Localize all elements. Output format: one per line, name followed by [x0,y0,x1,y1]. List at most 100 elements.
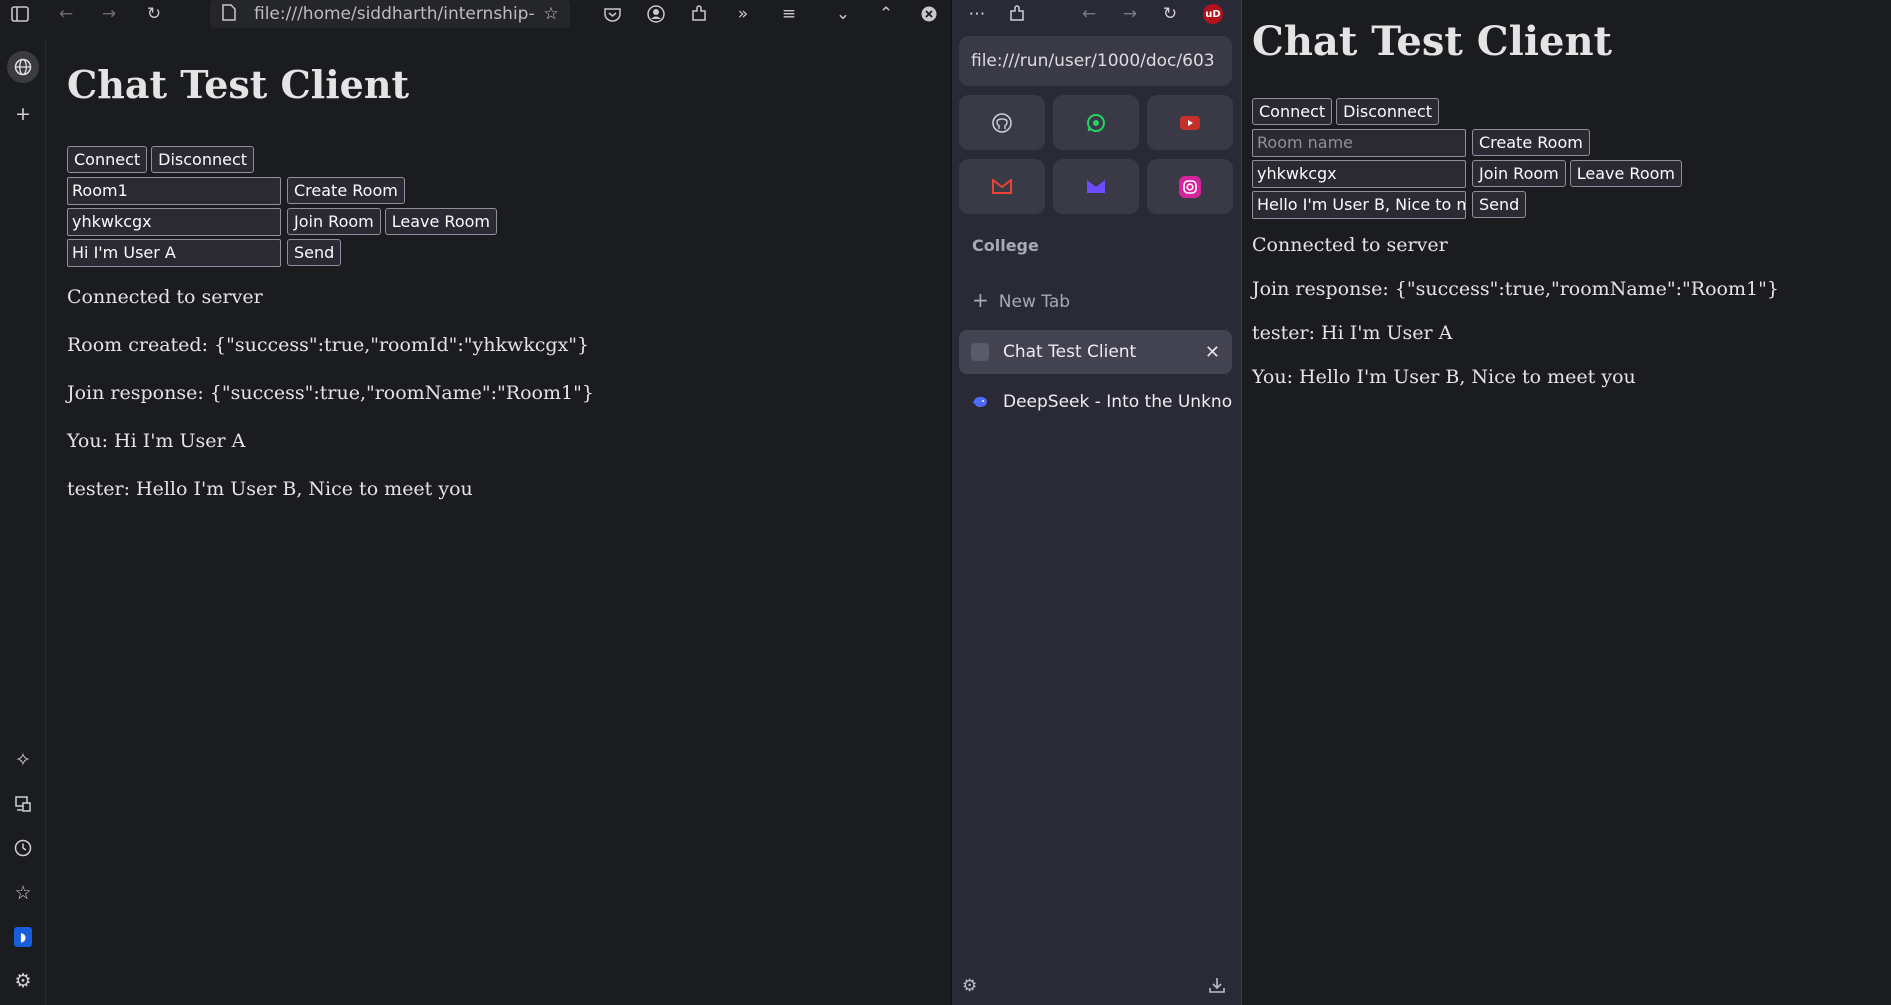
deepseek-whale-icon [971,393,989,411]
disconnect-button[interactable]: Disconnect [151,146,255,173]
message-row: Hi I'm User A Send [67,239,947,270]
send-button[interactable]: Send [287,239,342,266]
connect-button[interactable]: Connect [67,146,148,173]
create-room-row: Room name Create Room [1252,129,1882,160]
join-room-button[interactable]: Join Room [1472,160,1566,187]
new-tab-button[interactable]: + New Tab [972,288,1070,312]
menu-icon[interactable]: ≡ [775,0,803,28]
room-name-input[interactable]: Room name [1252,129,1466,157]
add-panel-icon[interactable]: + [7,98,39,130]
close-find-icon[interactable] [915,0,943,28]
find-up-icon[interactable]: ⌃ [872,0,900,28]
log-message: Connected to server [67,286,263,308]
back-icon[interactable]: ← [52,0,80,28]
bitwarden-icon[interactable]: ◗ [7,921,39,953]
instagram-icon [1179,175,1201,198]
history-clock-icon[interactable] [7,832,39,864]
more-options-icon[interactable]: ⋯ [963,0,991,28]
join-room-row: yhkwkcgx Join Room Leave Room [1252,160,1882,191]
address-url: file:///home/siddharth/internship- [254,4,535,24]
log-message: tester: Hi I'm User A [1252,322,1453,344]
find-down-icon[interactable]: ⌄ [829,0,857,28]
back-icon[interactable]: ← [1075,0,1103,28]
page-icon [222,3,240,25]
account-icon[interactable] [642,0,670,28]
message-input[interactable]: Hi I'm User A [67,239,281,267]
left-toolbar: ← → ↻ file:///home/siddharth/internship-… [0,0,951,38]
vertical-sidebar: + ✧ ☆ ◗ ⚙ [0,38,46,1005]
room-id-input[interactable]: yhkwkcgx [1252,160,1466,188]
ublock-origin-icon[interactable]: uD [1203,4,1223,24]
join-room-button[interactable]: Join Room [287,208,381,235]
log-message: Join response: {"success":true,"roomName… [67,382,594,404]
close-tab-icon[interactable]: ✕ [1205,342,1220,363]
message-log: Connected to server Join response: {"suc… [1252,234,1882,410]
tab-label: DeepSeek - Into the Unknown [1003,392,1232,412]
extensions-icon[interactable] [1003,0,1031,28]
page-title: Chat Test Client [67,62,410,107]
proton-mail-icon [1085,176,1107,198]
log-message: Join response: {"success":true,"roomName… [1252,278,1779,300]
address-bar[interactable]: file:///run/user/1000/doc/603 [959,36,1232,86]
connect-button[interactable]: Connect [1252,98,1333,125]
message-input[interactable]: Hello I'm User B, Nice to m [1252,191,1466,219]
tab-chat-test-client[interactable]: Chat Test Client ✕ [959,330,1232,374]
disconnect-button[interactable]: Disconnect [1336,98,1440,125]
downloads-icon[interactable] [1208,976,1226,999]
settings-gear-icon[interactable]: ⚙ [7,965,39,997]
log-message: Room created: {"success":true,"roomId":"… [67,334,590,356]
shortcut-tile-github[interactable] [959,95,1045,150]
github-icon [991,112,1013,134]
sidebar-settings-icon[interactable]: ⚙ [962,976,977,996]
overflow-chevrons-icon[interactable]: » [729,0,757,28]
create-room-button[interactable]: Create Room [287,177,405,204]
youtube-icon [1179,112,1201,134]
new-tab-label: New Tab [998,292,1071,312]
join-room-row: yhkwkcgx Join Room Leave Room [67,208,947,239]
create-room-button[interactable]: Create Room [1472,129,1590,156]
left-browser-window: ← → ↻ file:///home/siddharth/internship-… [0,0,951,1005]
globe-icon[interactable] [7,51,39,83]
connection-controls: Connect Disconnect [67,146,947,177]
extensions-icon[interactable] [685,0,713,28]
create-room-row: Room1 Create Room [67,177,947,208]
forward-icon[interactable]: → [1116,0,1144,28]
send-button[interactable]: Send [1472,191,1527,218]
log-message: Connected to server [1252,234,1448,256]
message-row: Hello I'm User B, Nice to m Send [1252,191,1882,222]
shortcut-tile-youtube[interactable] [1147,95,1233,150]
reload-icon[interactable]: ↻ [140,0,168,28]
leave-room-button[interactable]: Leave Room [1569,160,1682,187]
shortcut-tile-instagram[interactable] [1147,159,1233,214]
forward-icon[interactable]: → [95,0,123,28]
right-page-content: Chat Test Client Connect Disconnect Room … [1241,0,1891,1005]
synced-devices-icon[interactable] [7,788,39,820]
tab-deepseek[interactable]: DeepSeek - Into the Unknown [959,380,1232,424]
shortcut-tile-proton-mail[interactable] [1053,159,1139,214]
pocket-icon[interactable] [598,0,626,28]
tab-label: Chat Test Client [1003,342,1137,362]
whatsapp-icon [1085,112,1107,134]
gmail-icon [991,176,1013,198]
address-bar[interactable]: file:///home/siddharth/internship- [210,0,570,28]
room-name-input[interactable]: Room1 [67,177,281,205]
page-title: Chat Test Client [1252,18,1613,65]
bookmark-star-icon[interactable]: ☆ [537,0,565,28]
leave-room-button[interactable]: Leave Room [384,208,497,235]
shortcut-tile-gmail[interactable] [959,159,1045,214]
reload-icon[interactable]: ↻ [1156,0,1184,28]
log-message: You: Hi I'm User A [67,430,246,452]
ai-sparkle-icon[interactable]: ✧ [7,744,39,776]
plus-icon: + [972,288,989,312]
log-message: tester: Hello I'm User B, Nice to meet y… [67,478,473,500]
room-id-input[interactable]: yhkwkcgx [67,208,281,236]
sidebar-toggle-icon[interactable] [6,0,34,28]
shortcut-tile-whatsapp[interactable] [1053,95,1139,150]
right-vertical-tabs-panel [951,0,1241,1005]
log-message: You: Hello I'm User B, Nice to meet you [1252,366,1636,388]
bookmarks-star-icon[interactable]: ☆ [7,877,39,909]
tab-group-label[interactable]: College [972,236,1039,255]
message-log: Connected to server Room created: {"succ… [67,286,947,526]
connection-controls: Connect Disconnect [1252,98,1882,129]
left-page-content: Chat Test Client Connect Disconnect Room1… [67,38,947,526]
